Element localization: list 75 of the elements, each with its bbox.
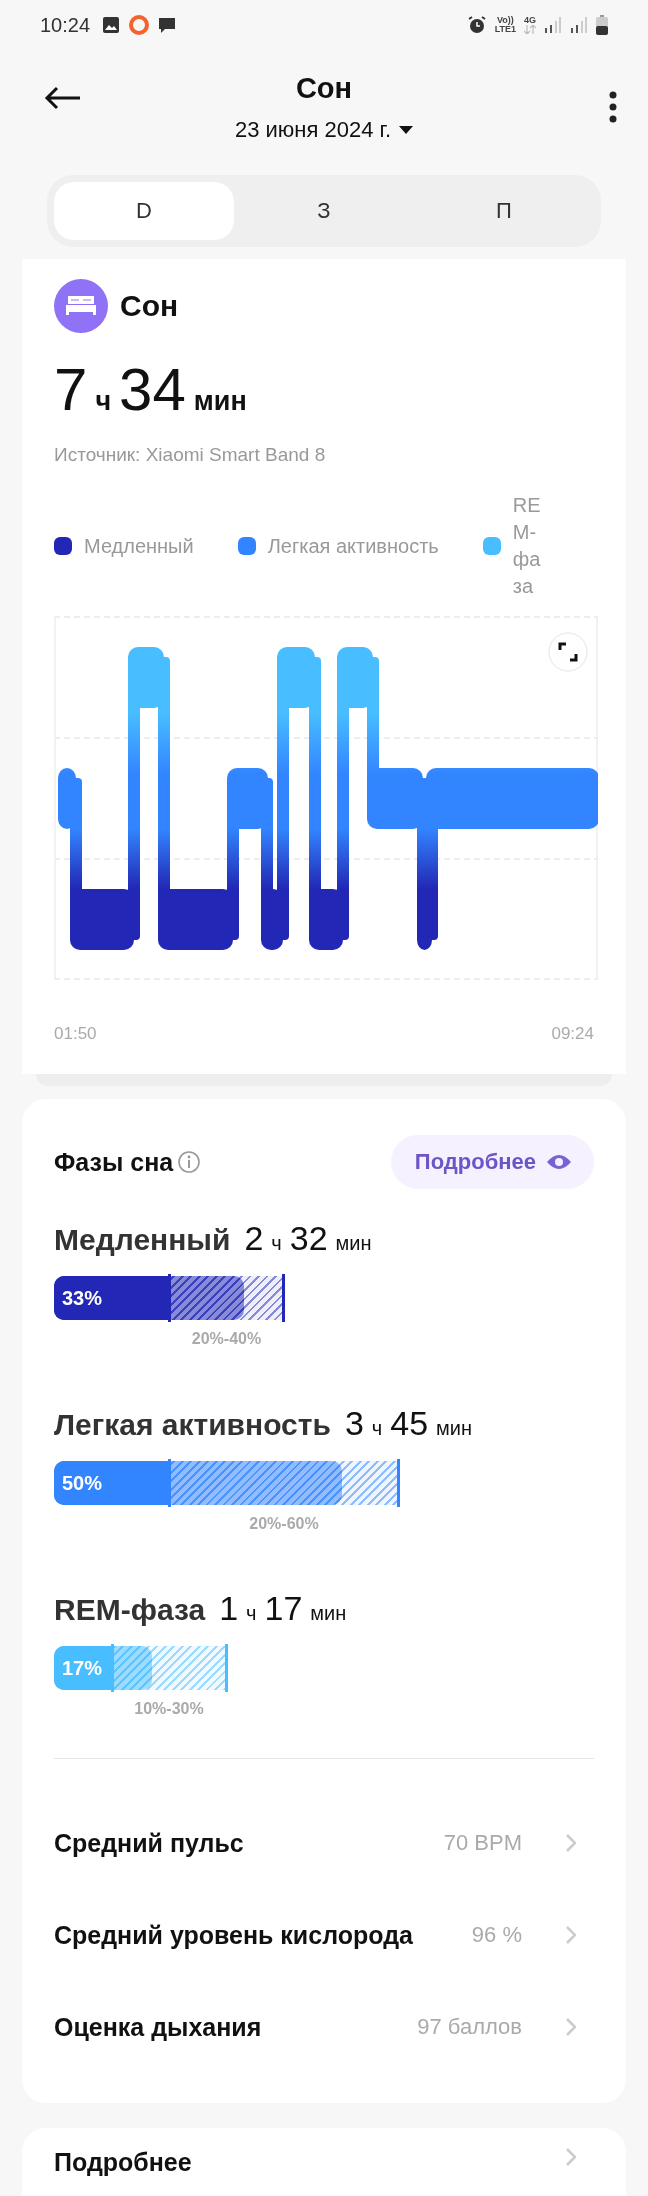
- period-tab[interactable]: П: [414, 182, 594, 240]
- normal-range: 20%-60%: [248, 1515, 320, 1533]
- total-hours: 7: [54, 355, 88, 424]
- normal-range: 20%-40%: [190, 1330, 263, 1348]
- bed-icon: [54, 279, 108, 333]
- phase-percent: 50%: [54, 1461, 169, 1505]
- phase-name: Легкая активность: [54, 1408, 331, 1442]
- info-icon[interactable]: [177, 1150, 202, 1174]
- status-time: 10:24: [40, 13, 91, 37]
- metric-label: Оценка дыхания: [54, 2012, 263, 2042]
- date-selector[interactable]: 23 июня 2024 г.: [234, 117, 414, 143]
- chevron-icon: [566, 1926, 576, 1944]
- minutes-unit: мин: [335, 1232, 372, 1255]
- source-text: Источник: Xiaomi Smart Band 8: [54, 444, 327, 466]
- phase-hours: 3: [344, 1404, 364, 1443]
- ring-icon: [128, 14, 151, 36]
- minutes-unit: мин: [436, 1417, 473, 1440]
- section-title: Фазы сна: [54, 1147, 174, 1177]
- range-marker: [282, 1274, 285, 1322]
- legend-label: Медленный: [84, 534, 194, 558]
- hours-unit: ч: [246, 1602, 257, 1625]
- metric-label: Средний уровень кислорода: [54, 1920, 414, 1950]
- hours-unit: ч: [271, 1232, 282, 1255]
- range-marker: [168, 1274, 171, 1322]
- start-time: 01:50: [54, 1024, 97, 1044]
- menu-button[interactable]: [608, 90, 618, 124]
- caret-icon: [399, 126, 414, 134]
- details-button[interactable]: Подробнее: [390, 1135, 594, 1189]
- expand-icon[interactable]: [548, 632, 588, 672]
- back-button[interactable]: [44, 86, 82, 110]
- data-arrows-icon: [524, 25, 536, 34]
- minutes-unit: мин: [310, 1602, 347, 1625]
- alarm-icon: [466, 15, 487, 35]
- range-marker: [168, 1459, 171, 1507]
- volte-label: Vo)): [496, 16, 514, 25]
- metric-value: 96 %: [471, 1922, 522, 1948]
- signal-icon: [544, 16, 562, 34]
- phase-name: REM-фаза: [54, 1593, 206, 1627]
- phase-percent: 17%: [54, 1646, 112, 1690]
- period-tab[interactable]: З: [234, 182, 414, 240]
- phase-name: Медленный: [54, 1223, 231, 1257]
- page-title: Сон: [295, 72, 353, 105]
- hours-unit: ч: [371, 1417, 383, 1440]
- metric-label: Средний пульс: [54, 1828, 245, 1858]
- gallery-icon: [102, 16, 121, 34]
- legend-label: REM-фаза: [512, 493, 541, 599]
- eye-icon: [546, 1153, 572, 1171]
- phase-hours: 2: [244, 1219, 264, 1258]
- hours-unit: ч: [95, 386, 112, 417]
- total-minutes: 34: [119, 355, 186, 424]
- battery-icon: [596, 15, 608, 35]
- chevron-icon: [566, 2148, 576, 2166]
- end-time: 09:24: [551, 1024, 594, 1044]
- phase-percent: 33%: [54, 1276, 169, 1320]
- chevron-icon: [566, 2018, 576, 2036]
- chevron-icon: [566, 1834, 576, 1852]
- phase-minutes: 45: [390, 1404, 429, 1443]
- phase-minutes: 32: [289, 1219, 328, 1258]
- phase-hours: 1: [219, 1589, 239, 1628]
- phase-minutes: 17: [264, 1589, 303, 1628]
- legend-label: Легкая активность: [267, 534, 439, 558]
- normal-range: 10%-30%: [133, 1700, 205, 1718]
- lte-label: LTE1: [494, 25, 516, 34]
- metric-value: 70 BPM: [443, 1830, 522, 1856]
- range-marker: [397, 1459, 400, 1507]
- signal-icon: [570, 16, 588, 34]
- minutes-unit: мин: [193, 386, 247, 417]
- more-label: Подробнее: [54, 2148, 192, 2177]
- message-icon: [158, 16, 177, 34]
- period-tab[interactable]: D: [54, 182, 234, 240]
- card-title: Сон: [120, 289, 179, 323]
- range-marker: [224, 1644, 228, 1692]
- network-label: 4G: [524, 16, 536, 25]
- range-marker: [110, 1644, 114, 1692]
- metric-value: 97 баллов: [417, 2014, 522, 2040]
